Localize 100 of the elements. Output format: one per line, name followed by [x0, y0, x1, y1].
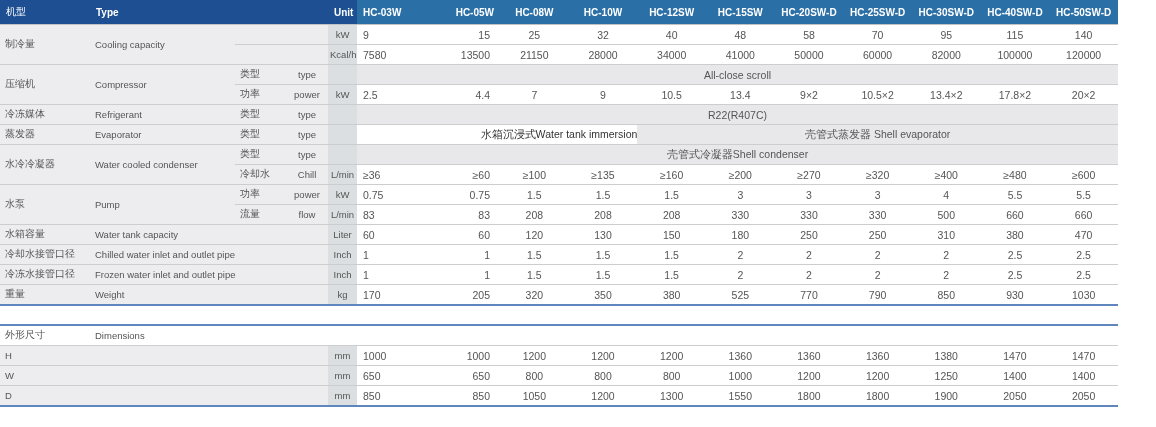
table-cell: Inch	[328, 264, 357, 285]
table-cell: 水箱沉浸式Water tank immersion	[357, 124, 638, 145]
table-cell: 150	[637, 224, 706, 245]
table-cell: 蒸发器	[0, 124, 90, 145]
table-cell: 83	[430, 204, 500, 225]
table-cell: 1470	[1049, 345, 1118, 366]
table-cell: ≥36	[357, 164, 430, 185]
table-cell: 2	[843, 264, 912, 285]
table-cell: 60	[357, 224, 430, 245]
table-cell: 制冷量	[0, 24, 90, 65]
table-cell: ≥600	[1049, 164, 1118, 185]
table-cell: 冷却水接管口径	[0, 244, 90, 265]
table-cell: H	[0, 345, 328, 366]
table-cell: 功率	[235, 84, 285, 105]
table-cell: 水泵	[0, 184, 90, 225]
table-cell	[328, 144, 357, 165]
table-cell: 外形尺寸	[0, 325, 90, 346]
table-cell: 1050	[500, 385, 569, 406]
table-cell: ≥160	[637, 164, 706, 185]
table-cell: type	[285, 124, 328, 145]
table-cell: 800	[500, 365, 569, 386]
table-cell: 1.5	[637, 264, 706, 285]
column-header: HC-12SW	[637, 0, 706, 25]
table-cell	[328, 64, 357, 85]
table-cell: 1000	[357, 345, 430, 366]
table-cell: 9	[357, 24, 430, 45]
table-cell: 115	[980, 24, 1050, 45]
table-cell: 60	[430, 224, 500, 245]
table-cell: 1	[357, 264, 430, 285]
table-cell: 1800	[843, 385, 912, 406]
table-cell	[285, 44, 328, 65]
table-cell: ≥320	[843, 164, 912, 185]
table-cell: 水冷冷凝器	[0, 144, 90, 185]
column-header: HC-25SW-D	[843, 0, 912, 25]
table-cell: 470	[1049, 224, 1118, 245]
table-cell: power	[285, 184, 328, 205]
table-cell: 95	[911, 24, 981, 45]
table-cell: 1300	[637, 385, 706, 406]
table-cell: type	[285, 64, 328, 85]
column-header: HC-15SW	[706, 0, 775, 25]
table-cell: 48	[706, 24, 775, 45]
table-cell: 250	[843, 224, 912, 245]
table-cell: 205	[430, 284, 500, 305]
table-cell: 1.5	[500, 184, 569, 205]
table-cell: 650	[430, 365, 500, 386]
table-cell: Frozen water inlet and outlet pipe	[90, 264, 235, 285]
table-cell: 流量	[235, 204, 285, 225]
table-cell: L/min	[328, 204, 357, 225]
table-cell: 壳管式蒸发器 Shell evaporator	[637, 124, 1118, 145]
table-cell: Chill	[285, 164, 328, 185]
column-header: HC-10W	[568, 0, 638, 25]
table-cell: 2	[843, 244, 912, 265]
table-cell: type	[285, 104, 328, 125]
table-cell: 类型	[235, 64, 285, 85]
column-header: Unit	[328, 0, 357, 25]
table-cell: 800	[637, 365, 706, 386]
table-cell: 15	[430, 24, 500, 45]
table-cell: mm	[328, 345, 357, 366]
table-cell: 170	[357, 284, 430, 305]
table-cell: 330	[843, 204, 912, 225]
table-cell: 1200	[500, 345, 569, 366]
table-cell: Dimensions	[90, 325, 1118, 346]
table-cell: All-close scroll	[357, 64, 1118, 85]
table-cell: 冷却水	[235, 164, 285, 185]
table-cell: kg	[328, 284, 357, 305]
table-cell: 1030	[1049, 284, 1118, 305]
column-header: HC-05W	[430, 0, 500, 25]
table-cell: 70	[843, 24, 912, 45]
column-header: Type	[90, 0, 328, 25]
table-cell: power	[285, 84, 328, 105]
table-cell: 1.5	[637, 184, 706, 205]
table-cell: 1.5	[500, 244, 569, 265]
table-cell: D	[0, 385, 328, 406]
table-cell: 冷冻媒体	[0, 104, 90, 125]
table-cell: 1400	[1049, 365, 1118, 386]
table-cell: 1	[357, 244, 430, 265]
table-cell: L/min	[328, 164, 357, 185]
table-cell	[285, 24, 328, 45]
table-cell: 重量	[0, 284, 90, 305]
table-cell: 1000	[430, 345, 500, 366]
table-cell: 208	[500, 204, 569, 225]
table-cell: 压缩机	[0, 64, 90, 105]
column-header: HC-40SW-D	[980, 0, 1050, 25]
table-cell: 140	[1049, 24, 1118, 45]
column-header: HC-30SW-D	[911, 0, 981, 25]
table-cell: W	[0, 365, 328, 386]
table-cell: 类型	[235, 144, 285, 165]
table-cell: 790	[843, 284, 912, 305]
table-cell: ≥60	[430, 164, 500, 185]
table-cell: 类型	[235, 104, 285, 125]
table-cell: 7	[500, 84, 569, 105]
column-header: HC-08W	[500, 0, 569, 25]
table-cell: Liter	[328, 224, 357, 245]
table-cell: 1200	[843, 365, 912, 386]
table-cell: 4.4	[430, 84, 500, 105]
table-cell: 2050	[1049, 385, 1118, 406]
table-cell: kW	[328, 24, 357, 45]
table-cell: 120000	[1049, 44, 1118, 65]
table-cell: Cooling capacity	[90, 24, 235, 65]
table-cell: mm	[328, 365, 357, 386]
